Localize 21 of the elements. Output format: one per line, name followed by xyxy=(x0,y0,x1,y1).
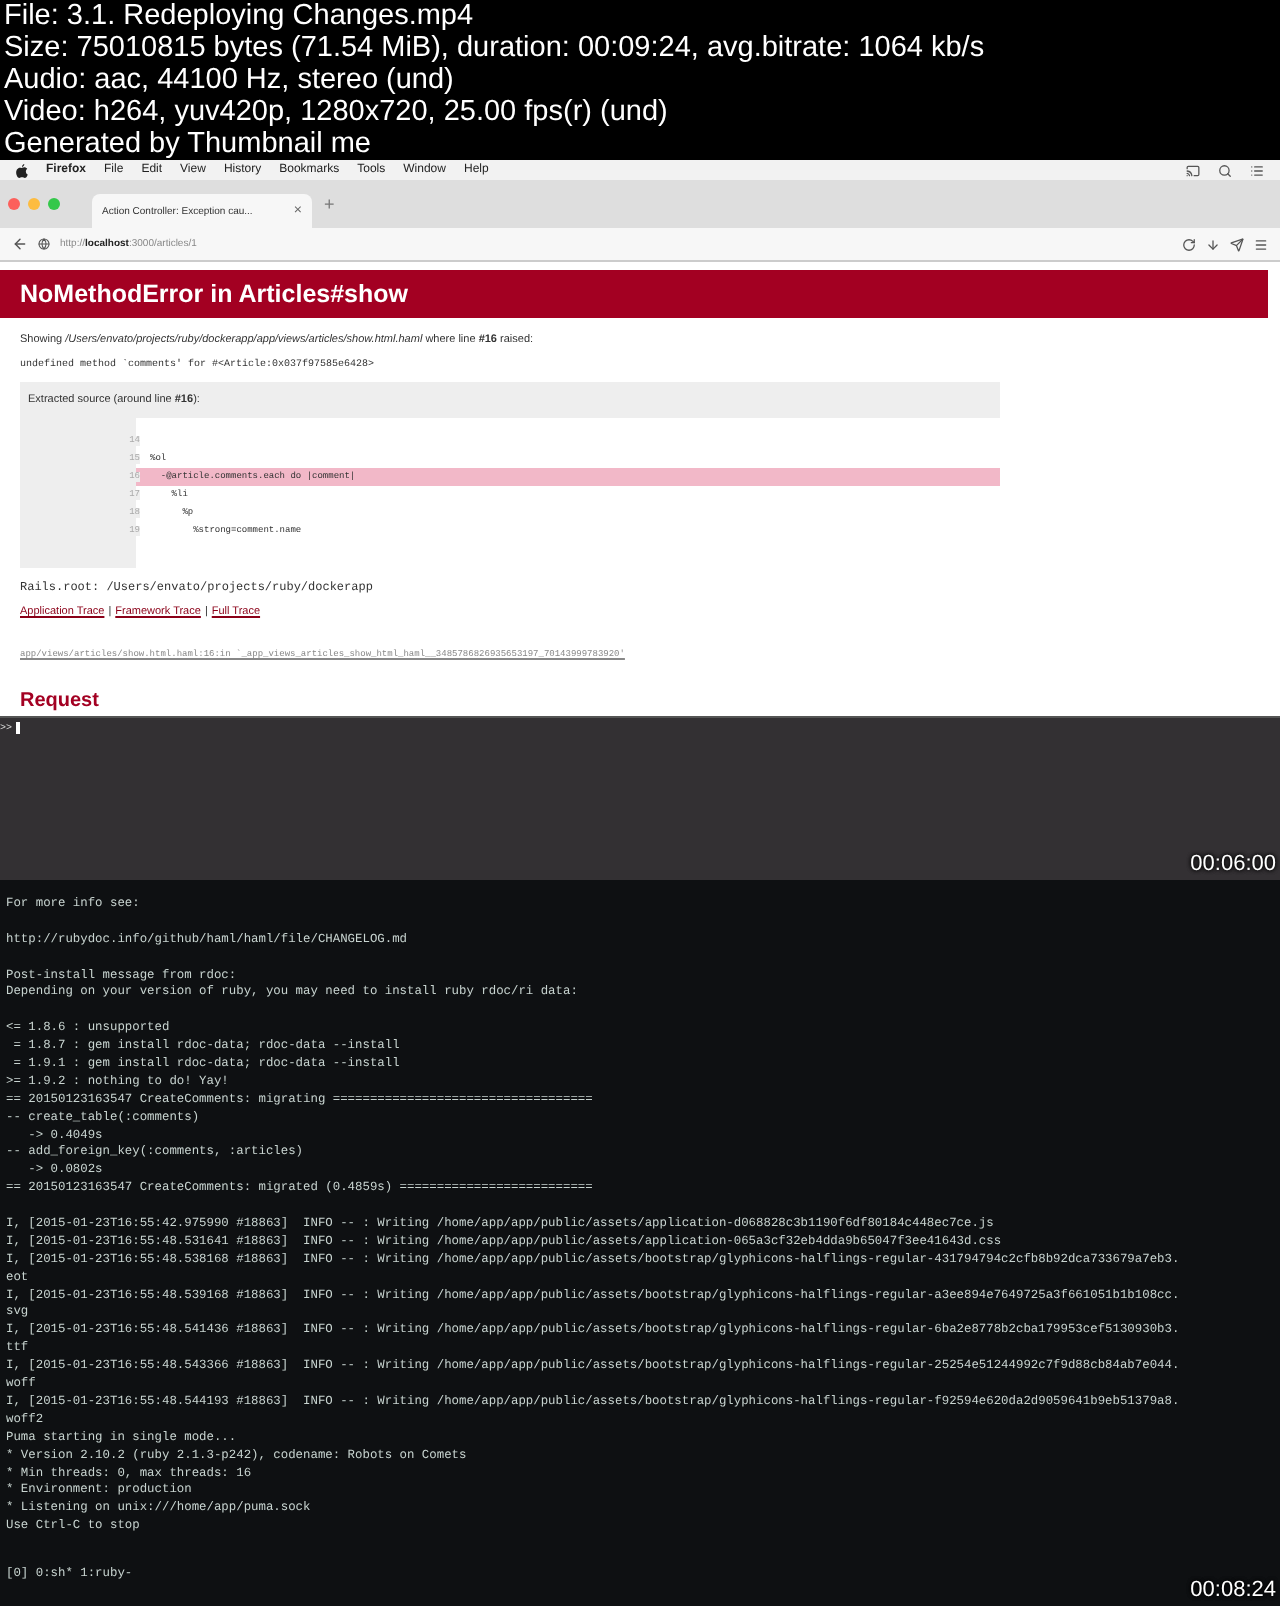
menu-icon[interactable] xyxy=(1254,237,1268,251)
file-info-line: Generated by Thumbnail me xyxy=(4,128,374,160)
apple-icon[interactable] xyxy=(16,163,28,177)
download-icon[interactable] xyxy=(1206,237,1220,251)
search-icon[interactable] xyxy=(1218,163,1232,177)
reload-icon[interactable] xyxy=(1182,237,1196,251)
section-heading: Request xyxy=(20,690,101,712)
file-info-line: Video: h264, yuv420p, 1280x720, 25.00 fps(r) (und) xyxy=(4,96,670,128)
new-tab-button[interactable]: + xyxy=(324,194,335,214)
timestamp: 00:08:24 xyxy=(1190,1578,1276,1602)
airplay-icon[interactable] xyxy=(1186,163,1200,177)
list-icon[interactable] xyxy=(1250,163,1264,177)
back-icon[interactable] xyxy=(12,236,28,252)
globe-icon xyxy=(38,238,50,250)
file-info-line: File: 3.1. Redeploying Changes.mp4 xyxy=(4,0,476,32)
error-title: NoMethodError in Articles#show xyxy=(0,270,1268,318)
text-cursor xyxy=(16,722,21,734)
timestamp: 00:06:00 xyxy=(1190,852,1276,876)
send-icon[interactable] xyxy=(1230,237,1244,251)
file-info-line: Audio: aac, 44100 Hz, stereo (und) xyxy=(4,64,456,96)
file-info-line: Size: 75010815 bytes (71.54 MiB), duration: 00:09:24, avg.bitrate: 1064 kb/s xyxy=(4,32,987,64)
